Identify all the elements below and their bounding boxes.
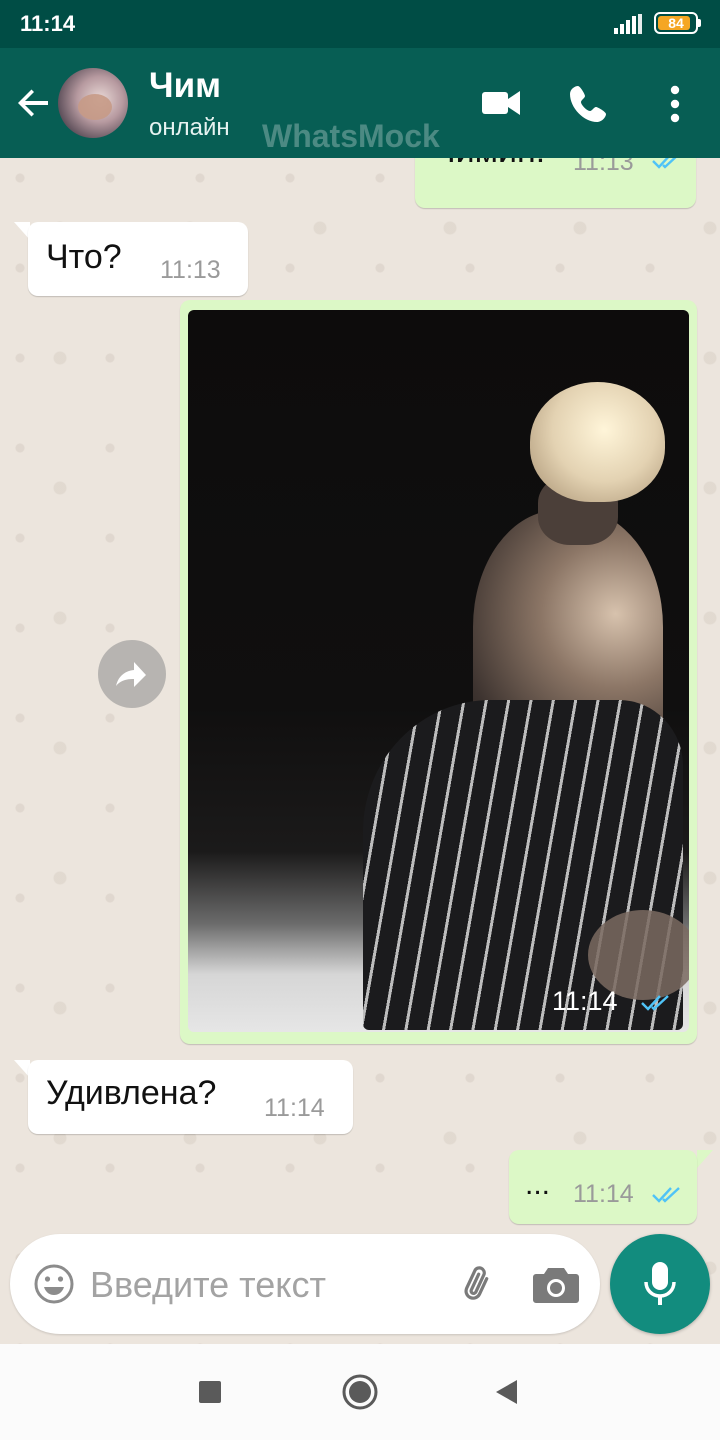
forward-icon — [116, 662, 146, 687]
message-bubble-image[interactable]: 11:14 — [180, 300, 697, 1044]
double-check-icon — [652, 158, 677, 169]
message-composer[interactable]: Введите текст — [10, 1234, 600, 1334]
contact-status: онлайн — [149, 114, 230, 141]
photo-attachment[interactable]: 11:14 — [188, 310, 689, 1032]
avatar[interactable] — [58, 68, 128, 138]
chat-area[interactable]: Чимин! 11:13 Что? 11:13 11:14 — [0, 158, 720, 1344]
message-bubble-incoming[interactable]: Что? 11:13 — [28, 222, 248, 296]
message-text: Что? — [46, 238, 122, 276]
video-call-icon[interactable] — [476, 78, 526, 128]
contact-name[interactable]: Чим — [149, 66, 221, 106]
message-input[interactable]: Введите текст — [90, 1264, 326, 1306]
message-bubble-outgoing[interactable]: Чимин! 11:13 — [415, 158, 696, 208]
attach-icon[interactable] — [454, 1260, 502, 1308]
system-nav-bar — [0, 1344, 720, 1440]
status-time: 11:14 — [20, 11, 76, 36]
camera-icon[interactable] — [532, 1262, 580, 1306]
forward-button[interactable] — [98, 640, 166, 708]
message-text: Удивлена? — [46, 1074, 217, 1112]
message-time: 11:14 — [552, 986, 618, 1016]
phone-call-icon[interactable] — [564, 78, 614, 128]
recents-icon[interactable] — [186, 1368, 234, 1416]
double-check-icon — [641, 995, 669, 1011]
message-bubble-incoming[interactable]: Удивлена? 11:14 — [28, 1060, 353, 1134]
battery-level: 84 — [668, 15, 684, 31]
mic-button[interactable] — [610, 1234, 710, 1334]
status-bar: 11:14 84 — [0, 0, 720, 48]
message-time: 11:14 — [264, 1094, 325, 1122]
message-text: Чимин! — [433, 158, 545, 171]
message-text: ... — [525, 1168, 551, 1201]
message-time: 11:13 — [573, 158, 634, 176]
more-vert-icon[interactable] — [650, 78, 700, 128]
watermark: WhatsMock — [262, 118, 440, 154]
arrow-left-icon[interactable] — [14, 82, 54, 122]
message-time: 11:13 — [160, 256, 221, 284]
message-bubble-outgoing[interactable]: ... 11:14 — [509, 1150, 697, 1224]
mic-icon — [644, 1262, 676, 1305]
back-icon[interactable] — [484, 1368, 532, 1416]
battery-icon: 84 — [654, 12, 701, 34]
home-icon[interactable] — [336, 1368, 384, 1416]
signal-icon — [614, 14, 642, 34]
message-time: 11:14 — [573, 1180, 634, 1208]
double-check-icon — [652, 1187, 680, 1203]
emoji-icon[interactable] — [32, 1262, 76, 1306]
chat-header: Чим онлайн WhatsMock — [0, 48, 720, 158]
